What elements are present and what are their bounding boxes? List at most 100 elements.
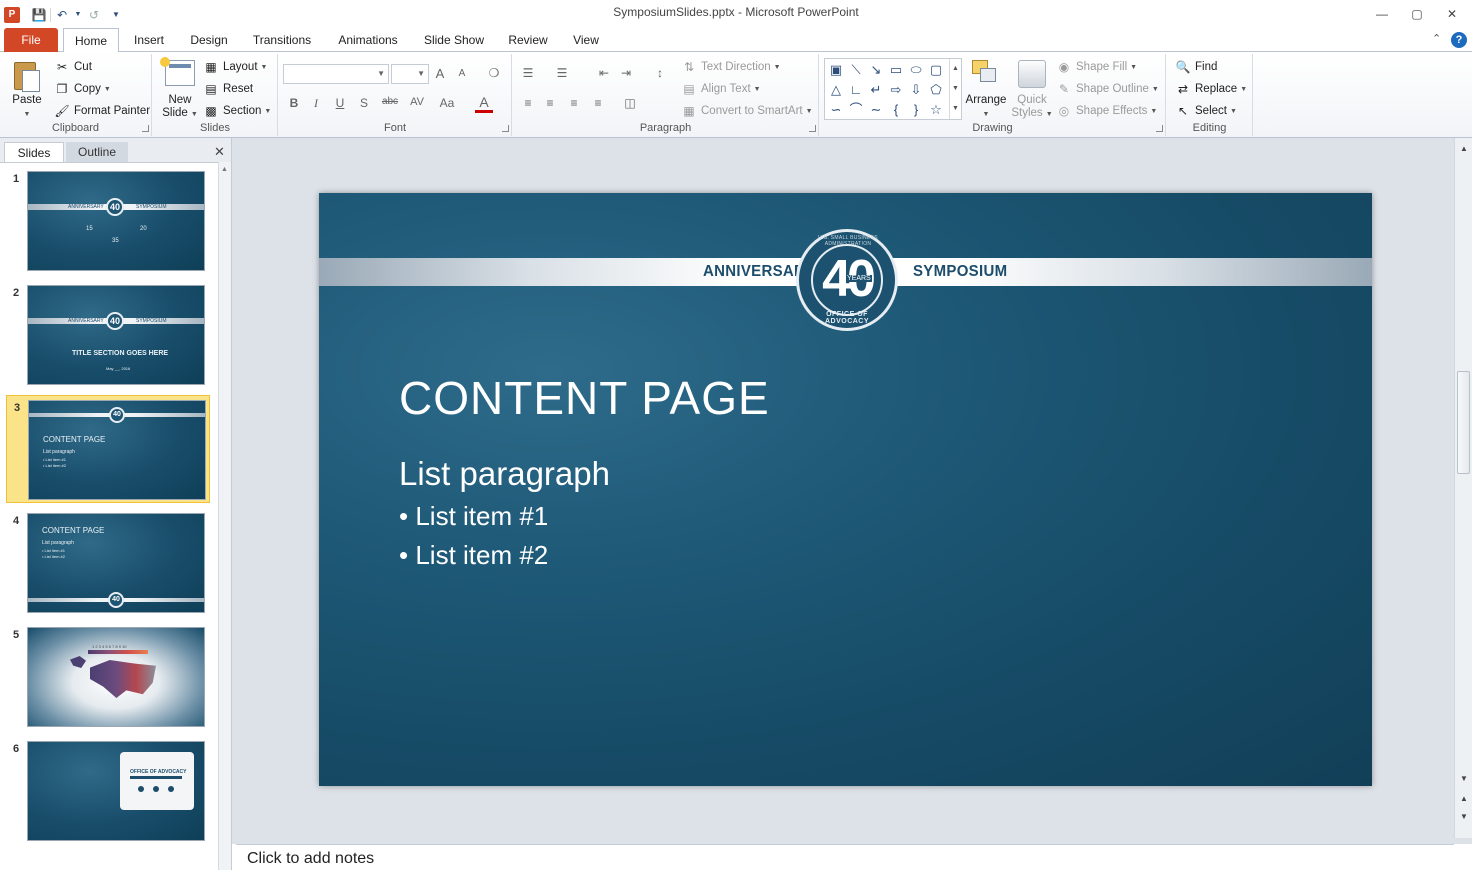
right-brace-shape-icon[interactable]: }: [907, 101, 925, 119]
pentagon-shape-icon[interactable]: ⬠: [927, 81, 945, 99]
shapes-gallery-scroll-icon[interactable]: ▲ ▼ ▼: [949, 59, 961, 119]
grow-font-icon[interactable]: A: [431, 66, 449, 81]
editor-vertical-scrollbar[interactable]: ▲ ▼ ▲ ▼: [1454, 138, 1472, 838]
decrease-indent-icon[interactable]: ⇤: [595, 66, 613, 80]
notes-placeholder[interactable]: Click to add notes: [247, 850, 374, 868]
font-color-icon[interactable]: A: [475, 94, 493, 113]
tab-animations[interactable]: Animations: [331, 28, 405, 52]
text-shadow-icon[interactable]: S: [355, 96, 373, 110]
paste-icon[interactable]: [12, 58, 42, 92]
scroll-down-icon[interactable]: ▼: [1457, 772, 1471, 786]
cut-button[interactable]: ✂ Cut: [54, 58, 92, 76]
shapes-gallery[interactable]: ▣ ⟍ ↘ ▭ ⬭ ▢ △ ∟ ↵ ⇨ ⇩ ⬠ ∽ ⌒ ∼ { } ☆ ▲ ▼ ▼: [824, 58, 962, 120]
italic-icon[interactable]: I: [307, 96, 325, 111]
star-shape-icon[interactable]: ☆: [927, 101, 945, 119]
reset-button[interactable]: ▤ Reset: [203, 80, 253, 98]
close-icon[interactable]: ✕: [1439, 4, 1465, 24]
scrollbar-thumb[interactable]: [1457, 371, 1470, 474]
strikethrough-icon[interactable]: abc: [379, 96, 401, 107]
change-case-icon[interactable]: Aa: [435, 96, 459, 110]
section-button[interactable]: ▩ Section ▼: [203, 102, 271, 120]
tab-slides-pane[interactable]: Slides: [4, 142, 64, 162]
increase-indent-icon[interactable]: ⇥: [617, 66, 635, 80]
columns-icon[interactable]: ◫: [621, 96, 639, 110]
tab-outline-pane[interactable]: Outline: [66, 142, 128, 162]
slide-subtitle[interactable]: List paragraph: [399, 455, 610, 493]
font-family-combo[interactable]: ▼: [283, 64, 389, 84]
tab-insert[interactable]: Insert: [126, 28, 172, 52]
drawing-launcher-icon[interactable]: [1156, 125, 1163, 132]
slide-thumbnail-4[interactable]: 4 CONTENT PAGE List paragraph • List ite…: [6, 509, 210, 617]
minimize-ribbon-icon[interactable]: ⌃: [1432, 32, 1441, 45]
clipboard-launcher-icon[interactable]: [142, 125, 149, 132]
arrange-button[interactable]: Arrange ▼: [962, 94, 1010, 121]
justify-icon[interactable]: ≡: [589, 96, 607, 110]
copy-button[interactable]: ❐ Copy ▼: [54, 80, 111, 98]
curve-connector-shape-icon[interactable]: ∽: [827, 101, 845, 119]
slide-thumbnail-5[interactable]: 5 1 2 3 4 5 6 7 8 9 10: [6, 623, 210, 731]
new-slide-button[interactable]: New Slide ▼: [159, 94, 201, 121]
freeform-shape-icon[interactable]: ∼: [867, 101, 885, 119]
slide-list-item[interactable]: • List item #1: [399, 501, 548, 532]
slide-thumbnail-1[interactable]: 1 ANNIVERSARY SYMPOSIUM 40 15 20 35: [6, 167, 210, 275]
right-arrow-shape-icon[interactable]: ⇨: [887, 81, 905, 99]
down-arrow-shape-icon[interactable]: ⇩: [907, 81, 925, 99]
notes-pane[interactable]: Click to add notes: [236, 844, 1454, 870]
previous-slide-icon[interactable]: ▲: [1457, 792, 1471, 806]
tab-view[interactable]: View: [566, 28, 606, 52]
font-size-combo[interactable]: ▼: [391, 64, 429, 84]
bold-icon[interactable]: B: [285, 96, 303, 110]
shape-fill-button[interactable]: ◉ Shape Fill ▼: [1056, 58, 1137, 76]
format-painter-button[interactable]: 🖌 Format Painter: [54, 102, 150, 120]
align-text-button[interactable]: ▤ Align Text ▼: [681, 80, 760, 98]
line-spacing-icon[interactable]: ↕: [651, 66, 669, 80]
current-slide[interactable]: ANNIVERSARY SYMPOSIUM U.S. SMALL BUSINES…: [319, 193, 1372, 786]
shrink-font-icon[interactable]: A: [453, 68, 471, 79]
scroll-up-icon[interactable]: ▲: [221, 166, 228, 173]
clear-formatting-icon[interactable]: ❍: [485, 66, 503, 80]
maximize-icon[interactable]: ▢: [1404, 4, 1430, 24]
text-direction-button[interactable]: ⇅ Text Direction ▼: [681, 58, 781, 76]
help-icon[interactable]: ?: [1451, 32, 1467, 48]
shape-effects-button[interactable]: ◎ Shape Effects ▼: [1056, 102, 1158, 120]
rectangle-shape-icon[interactable]: ▭: [887, 61, 905, 79]
line-shape-icon[interactable]: ⟍: [847, 61, 865, 79]
find-button[interactable]: 🔍 Find: [1175, 58, 1218, 76]
minimize-icon[interactable]: —: [1369, 4, 1395, 24]
rounded-rect-shape-icon[interactable]: ▢: [927, 61, 945, 79]
numbering-icon[interactable]: ☰: [553, 66, 571, 80]
underline-icon[interactable]: U: [331, 96, 349, 110]
align-right-icon[interactable]: ≡: [565, 96, 583, 110]
elbow-connector-shape-icon[interactable]: ∟: [847, 81, 865, 99]
bullets-icon[interactable]: ☰: [519, 66, 537, 80]
layout-button[interactable]: ▦ Layout ▼: [203, 58, 267, 76]
quick-styles-button[interactable]: Quick Styles ▼: [1008, 94, 1056, 121]
slide-title[interactable]: CONTENT PAGE: [399, 371, 770, 425]
align-center-icon[interactable]: ≡: [541, 96, 559, 110]
paragraph-launcher-icon[interactable]: [809, 125, 816, 132]
next-slide-icon[interactable]: ▼: [1457, 810, 1471, 824]
arc-shape-icon[interactable]: ⌒: [847, 101, 865, 119]
shape-outline-button[interactable]: ✎ Shape Outline ▼: [1056, 80, 1159, 98]
slides-pane-scrollbar[interactable]: ▲: [218, 162, 231, 870]
convert-smartart-button[interactable]: ▦ Convert to SmartArt ▼: [681, 102, 812, 120]
tab-file[interactable]: File: [4, 28, 58, 52]
quick-styles-icon[interactable]: [1018, 60, 1046, 88]
paste-button[interactable]: Paste ▼: [6, 94, 48, 121]
triangle-shape-icon[interactable]: △: [827, 81, 845, 99]
arrange-icon[interactable]: [970, 58, 1000, 88]
left-brace-shape-icon[interactable]: {: [887, 101, 905, 119]
tab-design[interactable]: Design: [184, 28, 234, 52]
slide-thumbnail-2[interactable]: 2 ANNIVERSARY SYMPOSIUM 40 TITLE SECTION…: [6, 281, 210, 389]
select-button[interactable]: ↖ Select ▼: [1175, 102, 1237, 120]
tab-slide-show[interactable]: Slide Show: [418, 28, 490, 52]
oval-shape-icon[interactable]: ⬭: [907, 61, 925, 79]
new-slide-icon[interactable]: [160, 57, 195, 86]
align-left-icon[interactable]: ≡: [519, 96, 537, 110]
font-launcher-icon[interactable]: [502, 125, 509, 132]
scroll-up-icon[interactable]: ▲: [1457, 142, 1471, 156]
textbox-shape-icon[interactable]: ▣: [827, 61, 845, 79]
elbow-arrow-shape-icon[interactable]: ↵: [867, 81, 885, 99]
tab-review[interactable]: Review: [503, 28, 553, 52]
slide-thumbnail-6[interactable]: 6 OFFICE OF ADVOCACY: [6, 737, 210, 845]
